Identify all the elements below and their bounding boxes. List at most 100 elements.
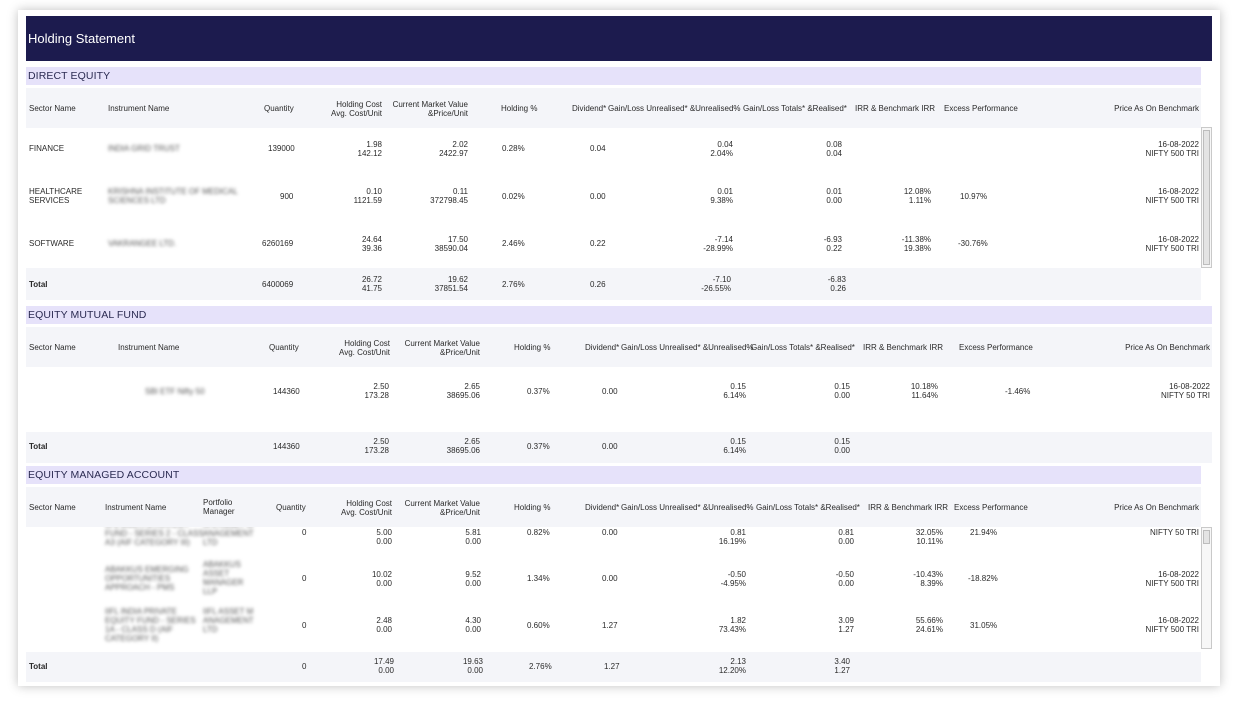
col-quantity: Quantity bbox=[264, 104, 294, 113]
total-holding-pct: 2.76% bbox=[529, 662, 552, 671]
cell-dividend: 1.27 bbox=[602, 621, 618, 630]
total-quantity: 6400069 bbox=[262, 280, 294, 289]
col-instrument-name: Instrument Name bbox=[118, 343, 180, 352]
cell-excess-performance: 10.97% bbox=[960, 192, 988, 201]
cell-holding-cost: 2.50 bbox=[373, 382, 389, 391]
total-holding-cost: 26.72 bbox=[361, 275, 382, 284]
cell-price-date: 16-08-2022 bbox=[1158, 570, 1199, 579]
total-price-unit: 0.00 bbox=[467, 666, 483, 675]
cell-market-value: 2.02 bbox=[452, 140, 468, 149]
cell-market-value: 4.30 bbox=[465, 616, 481, 625]
total-realised: 0.26 bbox=[830, 284, 846, 293]
cell-holding-pct: 0.37% bbox=[527, 387, 550, 396]
total-unrealised-pct: -26.55% bbox=[701, 284, 731, 293]
cell-instrument: VAKRANGEE LTD. bbox=[108, 239, 177, 248]
total-avg-cost: 41.75 bbox=[361, 284, 382, 293]
cell-price-unit: 372798.45 bbox=[430, 196, 468, 205]
cell-irr: -10.43% bbox=[913, 570, 943, 579]
cell-gain-loss-unrealised: 0.81 bbox=[730, 528, 746, 537]
cell-dividend: 0.04 bbox=[590, 144, 606, 153]
cell-price-unit: 38590.04 bbox=[434, 244, 468, 253]
cell-portfolio-manager: ABAKKUS bbox=[203, 560, 241, 569]
cell-avg-cost: 173.28 bbox=[364, 391, 389, 400]
total-dividend: 0.26 bbox=[590, 280, 606, 289]
scrollbar-thumb[interactable] bbox=[1203, 130, 1210, 265]
col-avg-cost: Avg. Cost/Unit bbox=[339, 348, 390, 357]
holding-statement-window: Holding Statement DIRECT EQUITY Sector N… bbox=[18, 10, 1220, 686]
cell-quantity: 144360 bbox=[273, 387, 300, 396]
cell-price-unit: 0.00 bbox=[465, 625, 481, 634]
total-gain-loss-unrealised: 2.13 bbox=[730, 657, 746, 666]
cell-price-date: 16-08-2022 bbox=[1169, 382, 1210, 391]
col-avg-cost: Avg. Cost/Unit bbox=[331, 109, 382, 118]
total-unrealised-pct: 6.14% bbox=[723, 446, 746, 455]
cell-avg-cost: 0.00 bbox=[376, 579, 392, 588]
section-equity-mutual-fund: EQUITY MUTUAL FUND bbox=[26, 306, 1212, 324]
cell-sector: SOFTWARE bbox=[29, 239, 75, 248]
total-market-value: 19.63 bbox=[462, 657, 483, 666]
cell-benchmark: NIFTY 500 TRI bbox=[1145, 149, 1200, 158]
col-excess-performance: Excess Performance bbox=[954, 503, 1028, 512]
col-portfolio-manager-line2: Manager bbox=[203, 507, 235, 516]
cell-avg-cost: 0.00 bbox=[376, 537, 392, 546]
total-label: Total bbox=[29, 280, 48, 289]
cell-gain-loss-unrealised: -0.50 bbox=[727, 570, 746, 579]
total-avg-cost: 0.00 bbox=[378, 666, 394, 675]
table-scrollbar[interactable] bbox=[1201, 127, 1212, 268]
col-instrument-name: Instrument Name bbox=[108, 104, 170, 113]
cell-quantity: 0 bbox=[302, 574, 307, 583]
col-instrument-name: Instrument Name bbox=[105, 503, 167, 512]
cell-unrealised-pct: 6.14% bbox=[723, 391, 746, 400]
total-gain-loss-unrealised: 0.15 bbox=[730, 437, 746, 446]
page-header: Holding Statement bbox=[26, 16, 1212, 61]
col-gain-loss-unrealised: Gain/Loss Unrealised* &Unrealised% bbox=[608, 104, 741, 113]
cell-irr: 12.08% bbox=[903, 187, 931, 196]
col-gain-loss-totals: Gain/Loss Totals* &Realised* bbox=[743, 104, 847, 113]
cell-excess-performance: -18.82% bbox=[968, 574, 998, 583]
total-quantity: 0 bbox=[302, 662, 307, 671]
cell-quantity: 6260169 bbox=[262, 239, 294, 248]
cell-gain-loss-total: -6.93 bbox=[823, 235, 842, 244]
cell-holding-pct: 0.28% bbox=[502, 144, 525, 153]
cell-unrealised-pct: 2.04% bbox=[710, 149, 733, 158]
col-price-benchmark: Price As On Benchmark bbox=[1114, 503, 1199, 512]
cell-benchmark: NIFTY 50 TRI bbox=[1149, 528, 1199, 537]
cell-irr: 32.05% bbox=[915, 528, 943, 537]
col-dividend: Dividend* bbox=[572, 104, 607, 113]
cell-holding-cost: 10.02 bbox=[371, 570, 392, 579]
cell-unrealised-pct: -28.99% bbox=[703, 244, 733, 253]
total-market-value: 2.65 bbox=[464, 437, 480, 446]
scrollbar-thumb[interactable] bbox=[1203, 530, 1210, 544]
total-avg-cost: 173.28 bbox=[364, 446, 389, 455]
cell-realised: 0.00 bbox=[838, 537, 854, 546]
total-quantity: 144360 bbox=[273, 442, 300, 451]
col-holding-cost: Holding Cost bbox=[346, 499, 392, 508]
cell-dividend: 0.00 bbox=[602, 387, 618, 396]
col-current-market-value: Current Market Value bbox=[404, 499, 480, 508]
cell-realised: 0.04 bbox=[826, 149, 842, 158]
total-price-unit: 37851.54 bbox=[434, 284, 468, 293]
cell-holding-pct: 1.34% bbox=[527, 574, 550, 583]
cell-unrealised-pct: -4.95% bbox=[720, 579, 746, 588]
cell-benchmark-irr: 24.61% bbox=[915, 625, 943, 634]
section-equity-managed-account: EQUITY MANAGED ACCOUNT bbox=[26, 466, 1201, 484]
cell-holding-pct: 0.02% bbox=[502, 192, 525, 201]
cell-holding-cost: 0.10 bbox=[366, 187, 382, 196]
section-title: EQUITY MUTUAL FUND bbox=[28, 309, 147, 321]
cell-dividend: 0.00 bbox=[602, 528, 618, 537]
section-direct-equity: DIRECT EQUITY bbox=[26, 67, 1201, 85]
col-current-market-value: Current Market Value bbox=[392, 100, 468, 109]
col-sector-name: Sector Name bbox=[29, 503, 76, 512]
cell-unrealised-pct: 16.19% bbox=[718, 537, 746, 546]
total-realised: 1.27 bbox=[834, 666, 850, 675]
cell-dividend: 0.00 bbox=[590, 192, 606, 201]
cell-price-date: 16-08-2022 bbox=[1158, 140, 1199, 149]
cell-instrument: KRISHNA INSTITUTE OF MEDICAL bbox=[108, 187, 238, 196]
total-market-value: 19.62 bbox=[447, 275, 468, 284]
total-gain-loss-unrealised: -7.10 bbox=[712, 275, 731, 284]
table-scrollbar[interactable] bbox=[1201, 527, 1212, 649]
total-row bbox=[26, 432, 1212, 463]
col-current-market-value: Current Market Value bbox=[404, 339, 480, 348]
cell-gain-loss-unrealised: 1.82 bbox=[730, 616, 746, 625]
col-gain-loss-unrealised: Gain/Loss Unrealised* &Unrealised% bbox=[621, 503, 754, 512]
